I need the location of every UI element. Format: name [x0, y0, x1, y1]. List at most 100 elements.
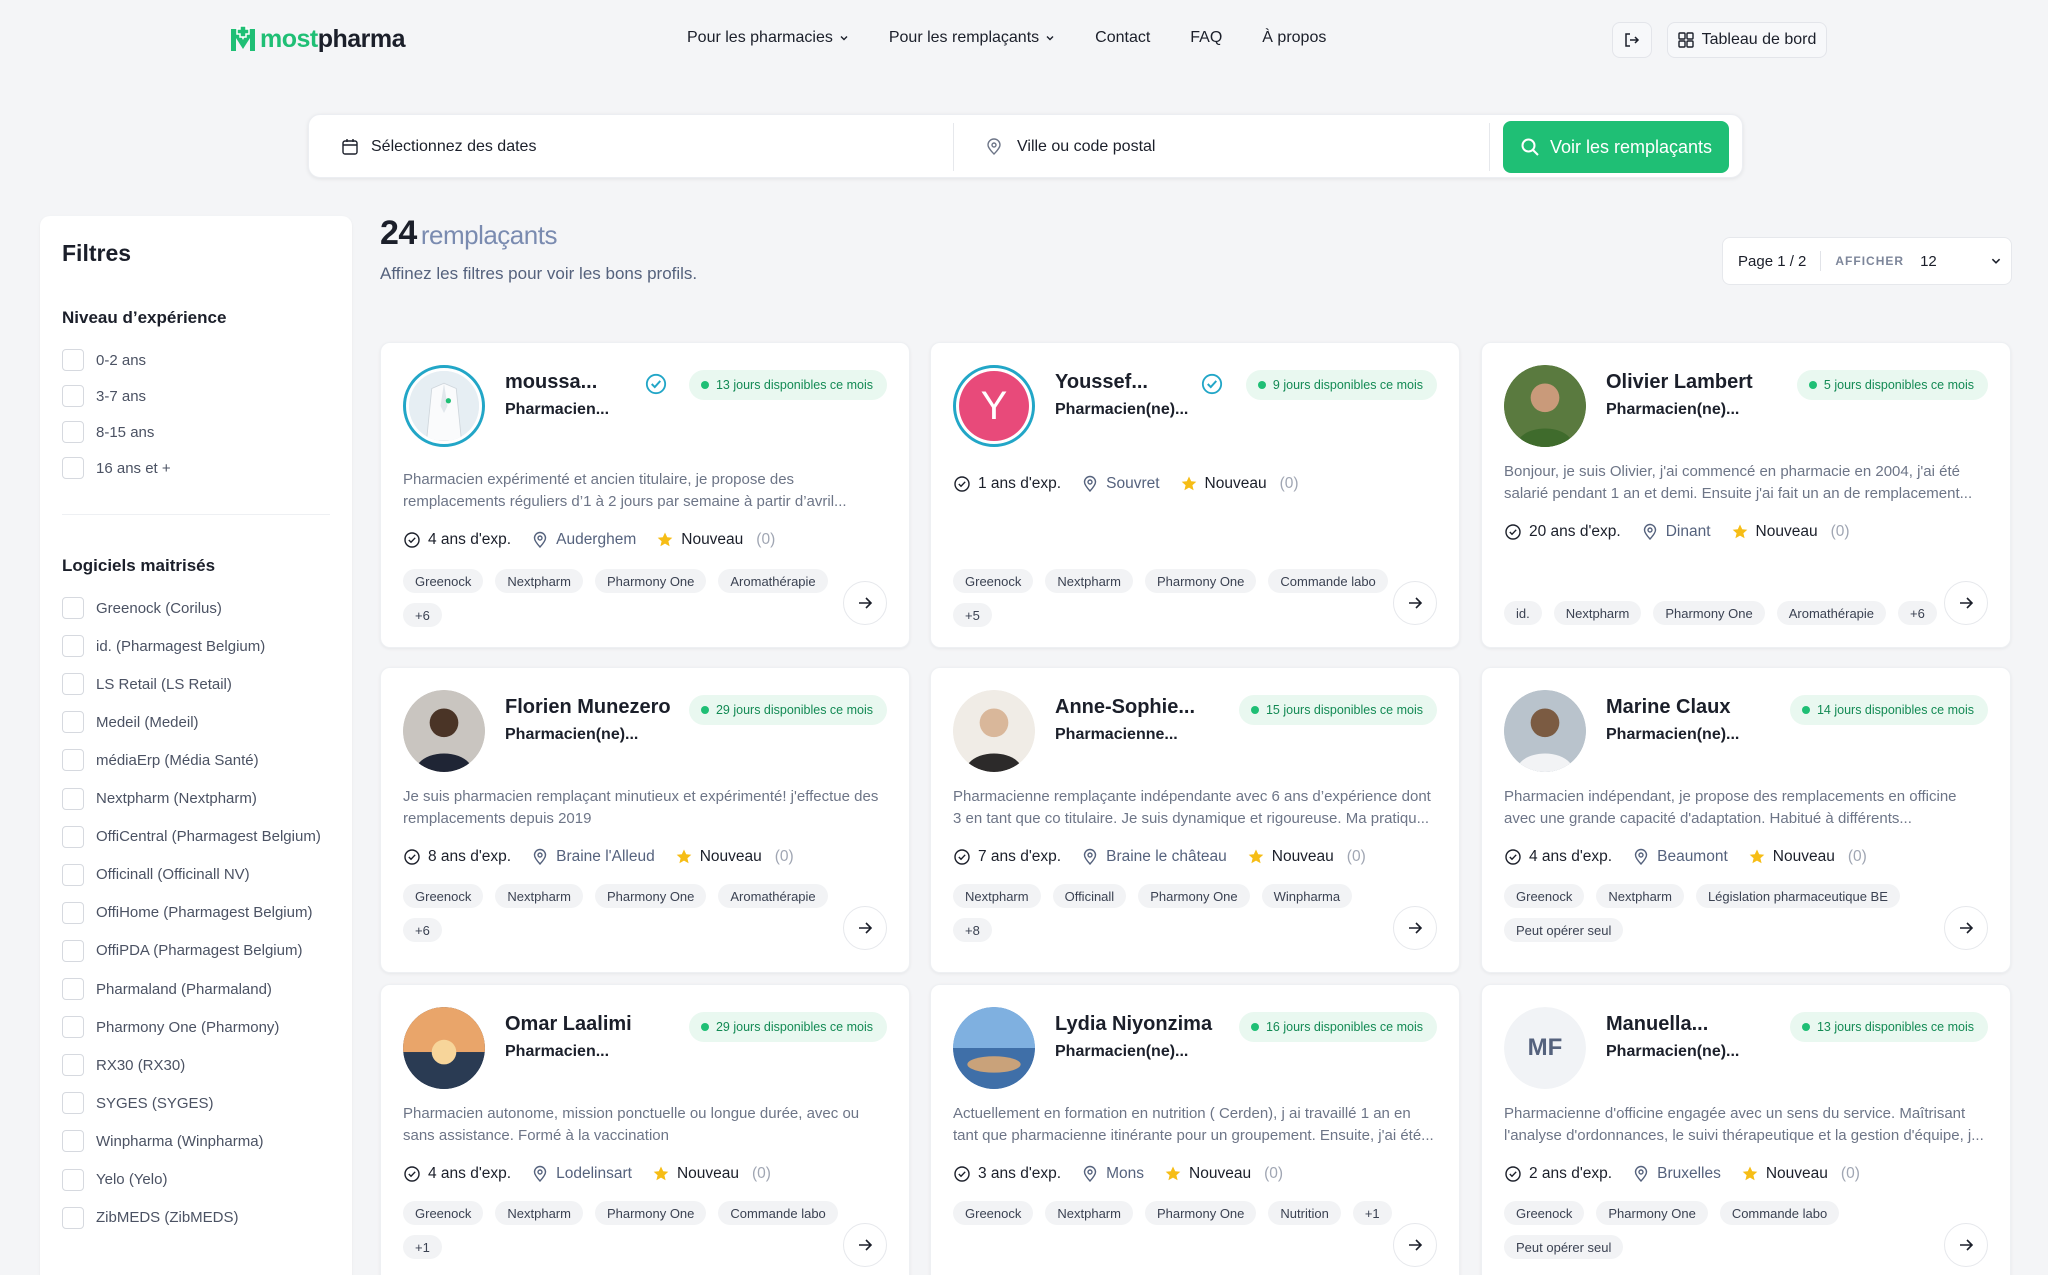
filter-checkbox-row[interactable]: Pharmony One (Pharmony) [62, 1016, 279, 1039]
experience-section-title: Niveau d’expérience [62, 308, 227, 327]
filter-checkbox-row[interactable]: SYGES (SYGES) [62, 1092, 214, 1115]
filter-checkbox-row[interactable]: Winpharma (Winpharma) [62, 1130, 264, 1153]
candidate-name[interactable]: Olivier Lambert [1606, 371, 1753, 394]
checkbox[interactable] [62, 1206, 84, 1229]
view-profile-button[interactable] [1393, 906, 1437, 950]
avatar: MF [1504, 1007, 1586, 1089]
filter-checkbox-row[interactable]: 0-2 ans [62, 349, 146, 371]
filter-checkbox-row[interactable]: OffiCentral (Pharmagest Belgium) [62, 825, 321, 848]
checkbox[interactable] [62, 457, 84, 479]
city-input[interactable]: Ville ou code postal [985, 115, 1155, 179]
checkbox[interactable] [62, 597, 84, 619]
rating-item: Nouveau (0) [1748, 848, 1867, 866]
candidate-name[interactable]: moussa... [505, 371, 597, 394]
skill-tag: Greenock [1504, 884, 1585, 908]
skill-tag: Pharmony One [594, 1201, 707, 1225]
filter-checkbox-row[interactable]: Nextpharm (Nextpharm) [62, 787, 257, 810]
chevron-down-icon [1046, 36, 1054, 41]
checkbox[interactable] [62, 749, 84, 772]
review-count: (0) [1264, 1165, 1284, 1182]
replacement-card[interactable]: Omar Laalimi Pharmacien... 29 jours dispon… [380, 984, 910, 1275]
filter-checkbox-row[interactable]: 16 ans et + [62, 457, 171, 479]
view-profile-button[interactable] [1393, 1223, 1437, 1267]
filter-checkbox-row[interactable]: Medeil (Medeil) [62, 711, 199, 734]
nav-faq[interactable]: FAQ [1190, 29, 1222, 47]
date-picker[interactable]: Sélectionnez des dates [341, 115, 536, 179]
replacement-card[interactable]: Anne-Sophie... Pharmacienne... 15 jours di… [930, 667, 1460, 973]
replacement-card[interactable]: Y Youssef... Pharmacien(ne)... 9 jours disp… [930, 342, 1460, 648]
filter-checkbox-row[interactable]: Officinall (Officinall NV) [62, 863, 250, 886]
filter-checkbox-row[interactable]: Greenock (Corilus) [62, 597, 222, 619]
checkbox[interactable] [62, 421, 84, 443]
checkbox[interactable] [62, 901, 84, 924]
checkbox[interactable] [62, 385, 84, 407]
mostpharma-logo[interactable]: most pharma [228, 24, 406, 54]
checkbox[interactable] [62, 825, 84, 848]
logo-pharma-text: pharma [317, 24, 406, 53]
checkbox[interactable] [62, 711, 84, 734]
candidate-name[interactable]: Manuella... [1606, 1013, 1708, 1036]
rating-item: Nouveau (0) [652, 1165, 771, 1183]
candidate-name[interactable]: Lydia Niyonzima [1055, 1013, 1212, 1036]
see-replacements-button[interactable]: Voir les remplaçants [1503, 121, 1729, 173]
filter-checkbox-row[interactable]: OffiPDA (Pharmagest Belgium) [62, 939, 302, 962]
checkbox[interactable] [62, 939, 84, 962]
checkbox[interactable] [62, 1168, 84, 1191]
availability-dot [1801, 1023, 1810, 1031]
nav-pour-les-remplacants[interactable]: Pour les remplaçants [889, 29, 1055, 47]
nav-label: À propos [1262, 29, 1327, 46]
filter-checkbox-row[interactable]: OffiHome (Pharmagest Belgium) [62, 901, 312, 924]
checkbox[interactable] [62, 635, 84, 658]
view-profile-button[interactable] [1944, 581, 1988, 625]
filter-checkbox-row[interactable]: id. (Pharmagest Belgium) [62, 635, 265, 658]
replacement-card[interactable]: Lydia Niyonzima Pharmacien(ne)... 16 jours… [930, 984, 1460, 1275]
filter-checkbox-row[interactable]: 3-7 ans [62, 385, 146, 407]
view-profile-button[interactable] [843, 906, 887, 950]
availability-dot [700, 381, 709, 389]
filter-checkbox-row[interactable]: 8-15 ans [62, 421, 154, 443]
filter-checkbox-row[interactable]: Pharmaland (Pharmaland) [62, 978, 272, 1000]
skill-tag: +5 [953, 603, 992, 627]
checkbox[interactable] [62, 978, 84, 1000]
filter-checkbox-row[interactable]: Yelo (Yelo) [62, 1168, 167, 1191]
checkbox[interactable] [62, 787, 84, 810]
candidate-name[interactable]: Anne-Sophie... [1055, 696, 1195, 719]
results-word: remplaçants [420, 220, 558, 250]
checkbox[interactable] [62, 1054, 84, 1077]
experience-text: 2 ans d'exp. [1529, 1165, 1613, 1182]
checkbox[interactable] [62, 1092, 84, 1115]
checkbox[interactable] [62, 1130, 84, 1153]
nav-pour-les-pharmacies[interactable]: Pour les pharmacies [687, 29, 849, 47]
check-circle-icon [404, 532, 420, 548]
view-profile-button[interactable] [1944, 1223, 1988, 1267]
candidate-name[interactable]: Youssef... [1055, 371, 1148, 394]
view-profile-button[interactable] [1393, 581, 1437, 625]
filter-checkbox-row[interactable]: RX30 (RX30) [62, 1054, 185, 1077]
nav-contact[interactable]: Contact [1095, 29, 1150, 47]
checkbox[interactable] [62, 1016, 84, 1039]
view-profile-button[interactable] [843, 1223, 887, 1267]
replacement-card[interactable]: moussa... Pharmacien... 13 jours disponibl… [380, 342, 910, 648]
view-profile-button[interactable] [843, 581, 887, 625]
view-profile-button[interactable] [1944, 906, 1988, 950]
replacement-card[interactable]: Olivier Lambert Pharmacien(ne)... 5 jours … [1481, 342, 2011, 648]
checkbox[interactable] [62, 349, 84, 371]
replacement-card[interactable]: MF Manuella... Pharmacien(ne)... 13 jours d… [1481, 984, 2011, 1275]
checkbox[interactable] [62, 673, 84, 696]
replacement-card[interactable]: Florien Munezero Pharmacien(ne)... 29 jour… [380, 667, 910, 973]
filter-checkbox-row[interactable]: LS Retail (LS Retail) [62, 673, 232, 696]
skill-tag: Commande labo [1268, 569, 1388, 593]
dashboard-button[interactable]: Tableau de bord [1667, 22, 1827, 58]
nav-a-propos[interactable]: À propos [1262, 29, 1326, 47]
checkbox[interactable] [62, 863, 84, 886]
candidate-name[interactable]: Omar Laalimi [505, 1013, 632, 1036]
skill-tag: Pharmony One [1144, 1201, 1257, 1225]
candidate-name[interactable]: Marine Claux [1606, 696, 1730, 719]
filter-checkbox-row[interactable]: ZibMEDS (ZibMEDS) [62, 1206, 239, 1229]
location-pin-icon [1083, 475, 1097, 493]
logout-button[interactable] [1612, 22, 1652, 58]
replacement-card[interactable]: Marine Claux Pharmacien(ne)... 14 jours di… [1481, 667, 2011, 973]
filter-checkbox-row[interactable]: médiaErp (Média Santé) [62, 749, 259, 772]
candidate-name[interactable]: Florien Munezero [505, 696, 671, 719]
per-page-select[interactable]: 12 [1920, 253, 2002, 270]
